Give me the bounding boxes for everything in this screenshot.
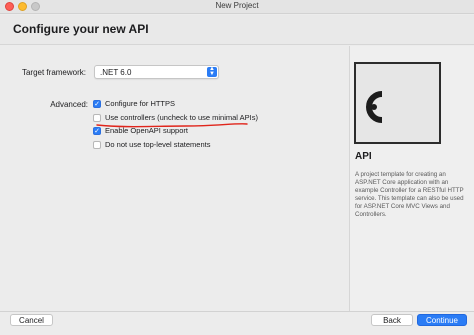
footer-divider — [0, 311, 474, 312]
https-checkbox[interactable]: ✓ — [93, 100, 101, 108]
new-project-window: New Project Configure your new API Targe… — [0, 0, 474, 335]
target-framework-label: Target framework: — [21, 68, 86, 77]
cancel-button[interactable]: Cancel — [10, 314, 53, 326]
template-title: API — [355, 151, 372, 162]
https-label: Configure for HTTPS — [105, 99, 176, 108]
page-title: Configure your new API — [13, 22, 149, 36]
advanced-label: Advanced: — [50, 100, 88, 109]
api-glyph-icon — [366, 91, 383, 123]
target-framework-select[interactable]: .NET 6.0 ▲ ▼ — [94, 65, 219, 79]
target-framework-value: .NET 6.0 — [100, 68, 132, 77]
api-template-icon — [354, 62, 441, 144]
openapi-checkbox[interactable]: ✓ — [93, 127, 101, 135]
chevron-updown-icon: ▲ ▼ — [207, 66, 217, 77]
top-level-statements-checkbox[interactable] — [93, 141, 101, 149]
top-level-statements-label: Do not use top-level statements — [105, 140, 211, 149]
back-button[interactable]: Back — [371, 314, 413, 326]
openapi-label: Enable OpenAPI support — [105, 126, 188, 135]
page-header: Configure your new API — [0, 15, 474, 45]
continue-button[interactable]: Continue — [417, 314, 467, 326]
title-bar: New Project — [0, 0, 474, 14]
window-title: New Project — [215, 1, 259, 10]
template-description: A project template for creating an ASP.N… — [355, 171, 464, 218]
